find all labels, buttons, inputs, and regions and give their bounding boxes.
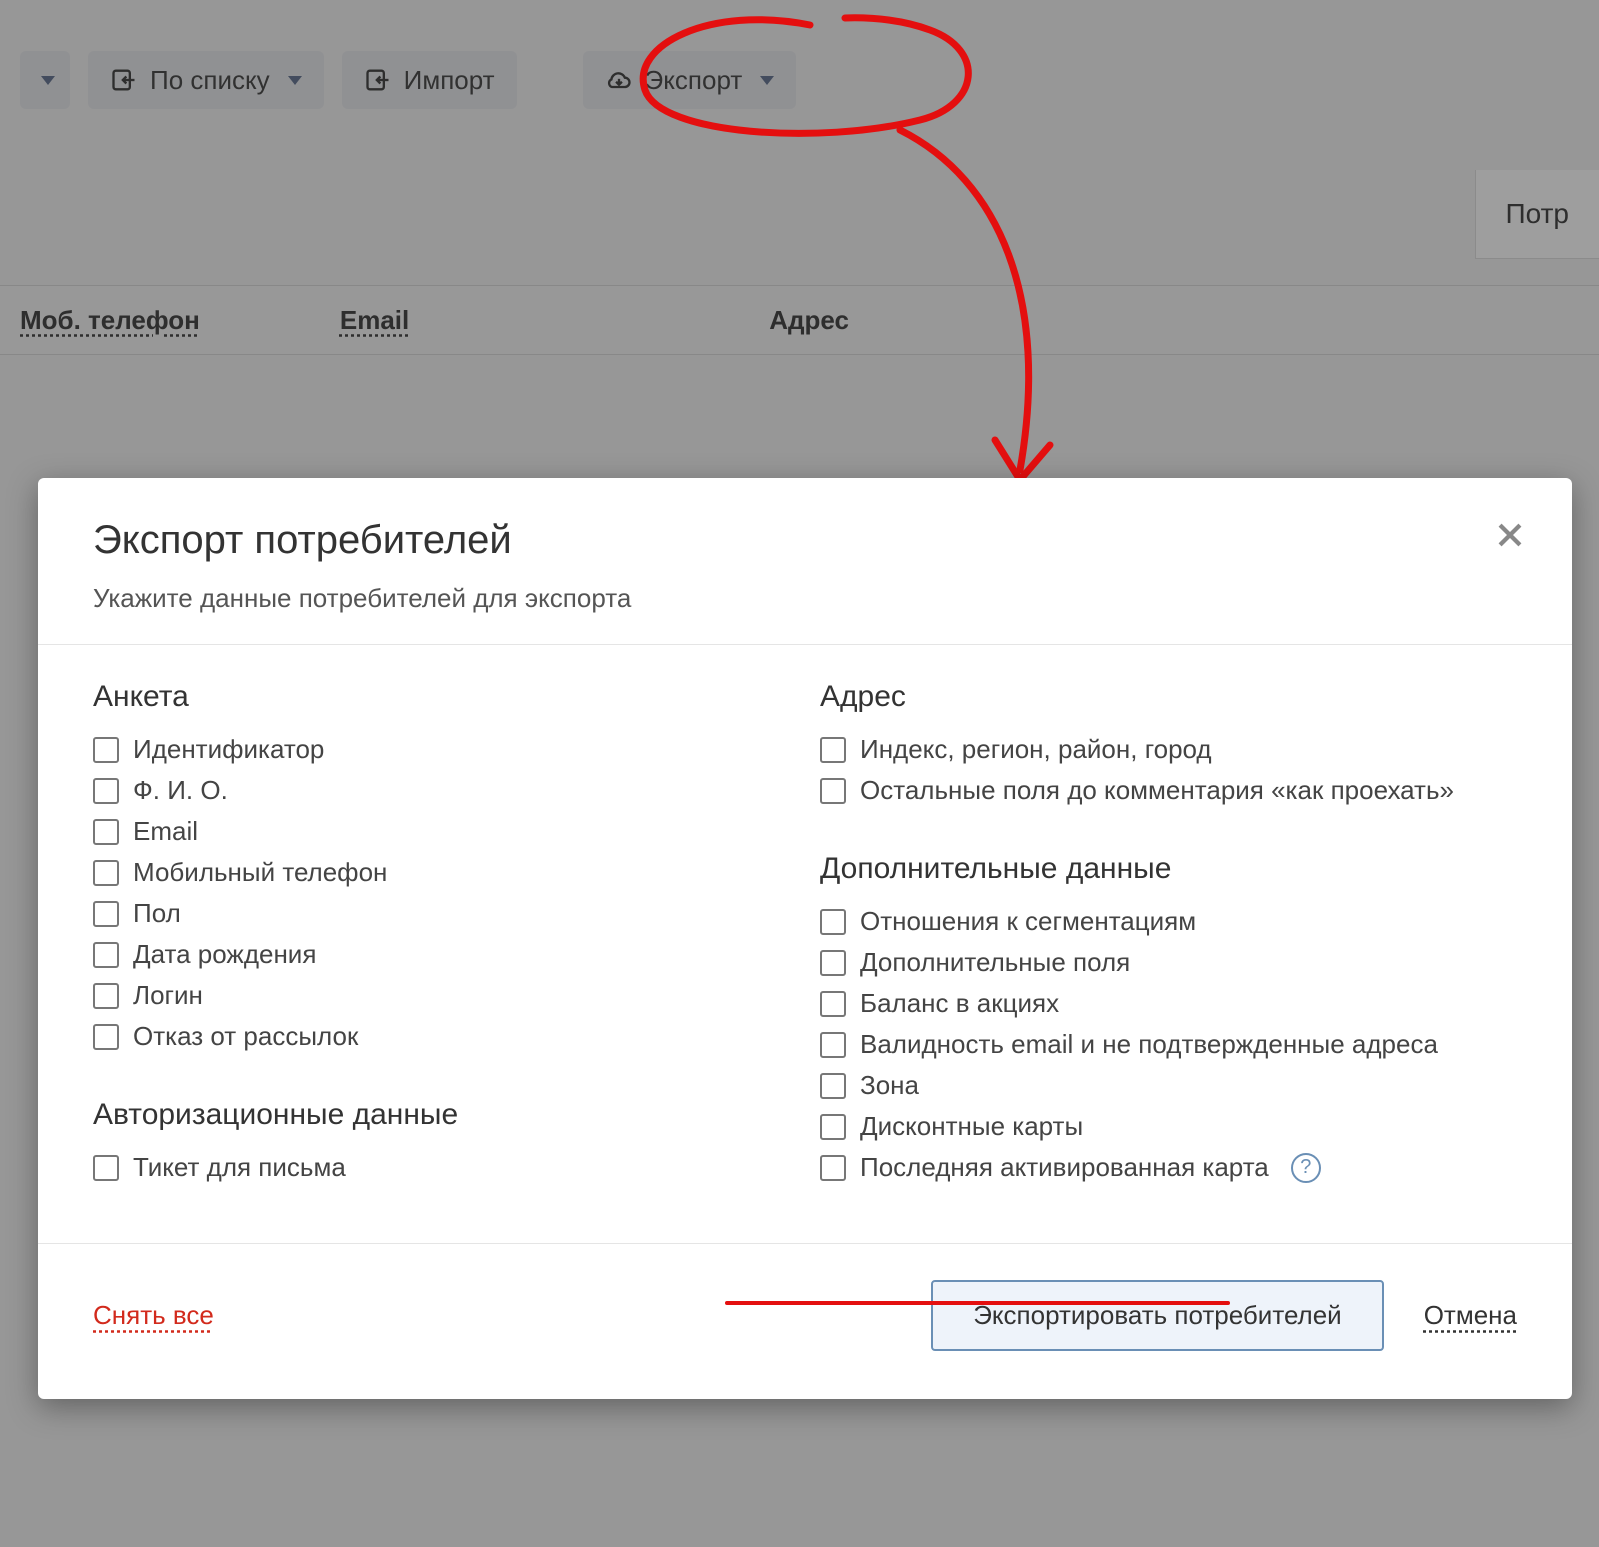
checkbox-icon — [93, 1024, 119, 1050]
checkbox-icon — [93, 1155, 119, 1181]
chk-optout[interactable]: Отказ от рассылок — [93, 1021, 790, 1052]
section-address-title: Адрес — [820, 680, 1517, 714]
chk-segments[interactable]: Отношения к сегментациям — [820, 906, 1517, 937]
chk-fio[interactable]: Ф. И. О. — [93, 775, 790, 806]
export-modal: Экспорт потребителей Укажите данные потр… — [38, 478, 1572, 1399]
checkbox-icon — [820, 1155, 846, 1181]
checkbox-icon — [820, 1032, 846, 1058]
chk-login[interactable]: Логин — [93, 980, 790, 1011]
checkbox-icon — [820, 778, 846, 804]
checkbox-icon — [93, 737, 119, 763]
chk-birthdate[interactable]: Дата рождения — [93, 939, 790, 970]
chk-mail-ticket[interactable]: Тикет для письма — [93, 1152, 790, 1183]
clear-all-link[interactable]: Снять все — [93, 1300, 214, 1331]
checkbox-icon — [820, 1114, 846, 1140]
checkbox-icon — [93, 819, 119, 845]
chk-gender[interactable]: Пол — [93, 898, 790, 929]
chk-address-rest[interactable]: Остальные поля до комментария «как проех… — [820, 775, 1517, 806]
checkbox-icon — [93, 983, 119, 1009]
section-extra-title: Дополнительные данные — [820, 852, 1517, 886]
chk-email-validity[interactable]: Валидность email и не подтвержденные адр… — [820, 1029, 1517, 1060]
chk-email[interactable]: Email — [93, 816, 790, 847]
section-anketa-title: Анкета — [93, 680, 790, 714]
checkbox-icon — [93, 942, 119, 968]
checkbox-icon — [93, 860, 119, 886]
chk-balance[interactable]: Баланс в акциях — [820, 988, 1517, 1019]
chk-discount-cards[interactable]: Дисконтные карты — [820, 1111, 1517, 1142]
checkbox-icon — [820, 909, 846, 935]
modal-title: Экспорт потребителей — [93, 518, 1517, 563]
modal-col-left: Анкета Идентификатор Ф. И. О. Email Моби… — [93, 680, 790, 1193]
modal-footer: Снять все Экспортировать потребителей От… — [38, 1243, 1572, 1399]
chk-zone[interactable]: Зона — [820, 1070, 1517, 1101]
modal-body: Анкета Идентификатор Ф. И. О. Email Моби… — [38, 645, 1572, 1243]
close-button[interactable] — [1493, 518, 1527, 552]
modal-header: Экспорт потребителей Укажите данные потр… — [38, 478, 1572, 645]
modal-subtitle: Укажите данные потребителей для экспорта — [93, 583, 1517, 614]
checkbox-icon — [820, 991, 846, 1017]
chk-address-index[interactable]: Индекс, регион, район, город — [820, 734, 1517, 765]
checkbox-icon — [93, 901, 119, 927]
export-submit-button[interactable]: Экспортировать потребителей — [931, 1280, 1384, 1351]
chk-extra-fields[interactable]: Дополнительные поля — [820, 947, 1517, 978]
cancel-link[interactable]: Отмена — [1424, 1300, 1517, 1331]
checkbox-icon — [820, 737, 846, 763]
chk-last-activated-card[interactable]: Последняя активированная карта ? — [820, 1152, 1517, 1183]
checkbox-icon — [820, 950, 846, 976]
close-icon — [1493, 518, 1527, 552]
modal-col-right: Адрес Индекс, регион, район, город Остал… — [820, 680, 1517, 1193]
section-auth-title: Авторизационные данные — [93, 1098, 790, 1132]
checkbox-icon — [820, 1073, 846, 1099]
checkbox-icon — [93, 778, 119, 804]
help-icon[interactable]: ? — [1291, 1153, 1321, 1183]
chk-mobile[interactable]: Мобильный телефон — [93, 857, 790, 888]
chk-identifier[interactable]: Идентификатор — [93, 734, 790, 765]
